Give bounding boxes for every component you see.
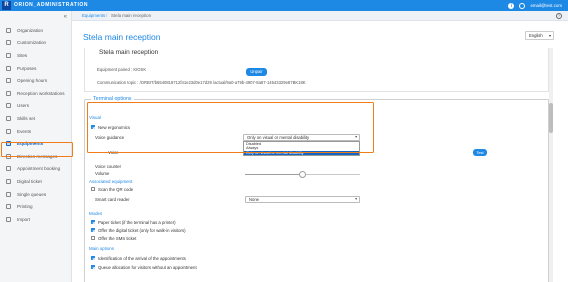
queue-icon <box>6 191 11 197</box>
list-icon <box>6 65 11 71</box>
sidebar-item-label: Purposes <box>17 65 37 71</box>
vertical-scrollbar[interactable] <box>549 48 553 282</box>
volume-label: Volume <box>95 171 110 176</box>
voice-counter-label: Voice counter <box>95 164 122 169</box>
breadcrumb-separator: / <box>106 13 108 19</box>
paper-ticket-checkbox[interactable] <box>91 220 96 225</box>
smart-card-reader-select[interactable]: None ▾ <box>245 196 360 203</box>
equipment-paired-text: Equipment paired : KIOSK <box>97 67 147 72</box>
volume-slider-fill <box>245 174 303 175</box>
palette-icon <box>6 40 11 46</box>
sidebar-item-purposes[interactable]: Purposes <box>0 62 72 75</box>
associated-equipment-section-label: Associated equipment <box>89 179 133 184</box>
sidebar-item-opening-hours[interactable]: Opening hours <box>0 74 72 87</box>
info-icon[interactable]: i <box>508 2 515 9</box>
sidebar-item-skills-set[interactable]: Skills set <box>0 112 72 125</box>
communication-topic-text: Communication topic : /ORBIT/b6540818712… <box>97 80 306 85</box>
scan-qr-code-label: Scan the QR code <box>98 187 134 192</box>
queue-allocation-label: Queue allocation for visitors without an… <box>98 265 197 270</box>
sidebar-item-organization[interactable]: Organization <box>0 24 72 37</box>
top-bar: R ORION_ADMINISTRATION i email@test.com <box>0 0 568 11</box>
digital-ticket-label: Offer the digital ticket (only for walk-… <box>98 228 186 233</box>
sidebar-item-label: Customization <box>17 40 47 46</box>
sidebar-item-users[interactable]: Users <box>0 100 72 113</box>
sms-ticket-label: Offer the SMS ticket <box>98 236 137 241</box>
sidebar-item-printing[interactable]: Printing <box>0 200 72 213</box>
volume-slider-handle[interactable] <box>299 171 306 178</box>
import-icon <box>6 216 11 222</box>
user-email[interactable]: email@test.com <box>530 2 562 9</box>
app-logo: R <box>2 1 11 10</box>
visual-options-highlight-box <box>87 102 374 153</box>
location-icon <box>6 52 11 58</box>
sidebar-nav: Organization Customization Sites Purposes Op… <box>0 24 72 226</box>
user-area: i email@test.com <box>508 2 562 9</box>
sidebar-item-label: Users <box>17 103 29 109</box>
ticket-icon <box>6 178 11 184</box>
sidebar-item-label: Digital ticket <box>17 178 42 184</box>
sidebar-item-events[interactable]: Events <box>0 125 72 138</box>
users-icon <box>6 103 11 109</box>
sidebar-item-customization[interactable]: Customization <box>0 37 72 50</box>
paper-ticket-label: Paper ticket (if the terminal has a prin… <box>98 220 176 225</box>
user-icon[interactable] <box>519 2 526 9</box>
collapse-sidebar-icon[interactable]: « <box>64 14 67 20</box>
identification-arrival-label: Identification of the arrival of the app… <box>98 256 186 261</box>
sms-ticket-checkbox[interactable] <box>91 236 96 241</box>
sidebar-item-import[interactable]: Import <box>0 213 72 226</box>
sidebar-item-label: Sites <box>17 52 28 58</box>
sidebar-item-label: Organization <box>17 27 44 33</box>
breadcrumb-current: Stela main reception <box>111 13 152 19</box>
sidebar-item-label: Opening hours <box>17 78 48 84</box>
sidebar-item-sites[interactable]: Sites <box>0 49 72 62</box>
bell-icon <box>6 128 11 134</box>
sidebar-item-label: Skills set <box>17 115 36 121</box>
desk-icon <box>6 90 11 96</box>
printer-icon <box>6 204 11 210</box>
sidebar-item-single-queues[interactable]: Single queues <box>0 188 72 201</box>
help-icon[interactable]: ? <box>556 13 562 19</box>
breadcrumb-equipments-link[interactable]: Equipments <box>82 13 105 18</box>
sidebar-item-label: Printing <box>17 204 33 210</box>
identification-arrival-checkbox[interactable] <box>91 256 96 261</box>
sidebar-item-label: Import <box>17 216 31 222</box>
language-select[interactable]: English ▾ <box>525 31 554 40</box>
calendar-icon <box>6 166 11 172</box>
skills-icon <box>6 115 11 121</box>
chevron-down-icon: ▾ <box>548 33 551 38</box>
organization-icon <box>6 27 11 33</box>
sidebar-item-digital-ticket[interactable]: Digital ticket <box>0 175 72 188</box>
test-voice-button[interactable]: Test <box>473 149 487 156</box>
sidebar-item-reception-workstations[interactable]: Reception workstations <box>0 87 72 100</box>
digital-ticket-checkbox[interactable] <box>91 228 96 233</box>
unpair-button[interactable]: Unpair <box>246 68 267 76</box>
sidebar-item-label: Reception workstations <box>17 90 65 96</box>
smart-card-reader-select-value: None <box>249 197 260 202</box>
pairing-card-title: Stela main reception <box>99 49 159 56</box>
scroll-area: Stela main reception Equipment paired : … <box>82 48 551 282</box>
language-select-value: English <box>529 33 543 38</box>
sidebar-item-label: Events <box>17 128 32 134</box>
main-options-section-label: Main options <box>89 246 114 251</box>
clock-icon <box>6 78 11 84</box>
modes-section-label: Modes <box>89 211 103 216</box>
breadcrumb: Equipments / Stela main reception ? <box>72 11 568 21</box>
sidebar-item-label: Single queues <box>17 191 47 197</box>
sidebar-item-appointment-booking[interactable]: Appointment booking <box>0 163 72 176</box>
page-title: Stela main reception <box>83 32 161 42</box>
chevron-down-icon: ▾ <box>355 197 357 201</box>
scrollbar-thumb[interactable] <box>549 103 553 133</box>
smart-card-reader-label: Smart card reader <box>95 197 130 202</box>
pairing-card: Stela main reception Equipment paired : … <box>84 48 549 92</box>
equipments-highlight-box <box>1 142 73 157</box>
sidebar-item-label: Appointment booking <box>17 166 61 172</box>
scan-qr-code-checkbox[interactable] <box>91 187 96 192</box>
queue-allocation-checkbox[interactable] <box>91 265 96 270</box>
app-brand-name: ORION_ADMINISTRATION <box>14 2 89 8</box>
